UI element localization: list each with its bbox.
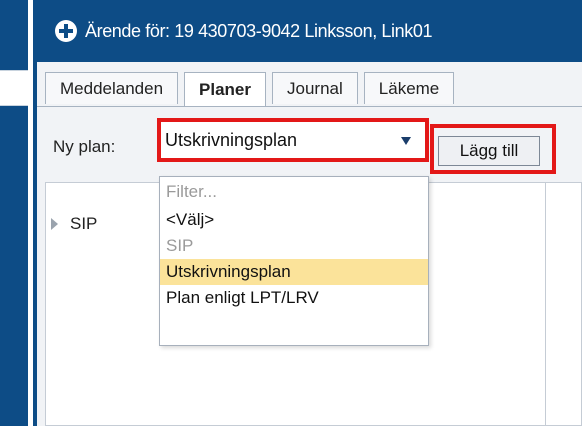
tab-meddelanden[interactable]: Meddelanden <box>45 72 179 104</box>
new-plan-select-value: Utskrivningsplan <box>165 129 298 150</box>
dropdown-arrow-icon[interactable] <box>401 137 411 145</box>
dropdown-option-valj[interactable]: <Välj> <box>160 207 428 233</box>
new-plan-label: Ny plan: <box>53 137 116 156</box>
dropdown-option-sip: SIP <box>166 236 194 255</box>
tab-lakemedel[interactable]: Läkeme <box>363 72 455 104</box>
plan-options-dropdown: Filter... <Välj> SIP Utskrivningsplan Pl… <box>159 176 429 346</box>
window-title-bar: Ärende för: 19 430703-9042 Linksson, Lin… <box>37 0 582 62</box>
tab-bar-divider <box>37 106 582 107</box>
left-sidebar-tab[interactable] <box>0 70 28 106</box>
left-sidebar-strip <box>0 0 28 426</box>
expand-arrow-icon[interactable] <box>51 218 58 230</box>
dropdown-filter-input[interactable]: Filter... <box>160 177 428 207</box>
tab-planer[interactable]: Planer <box>184 72 267 106</box>
plans-list-divider <box>545 182 546 426</box>
window-title: Ärende för: 19 430703-9042 Linksson, Lin… <box>85 20 433 41</box>
tree-item-sip[interactable]: SIP <box>51 214 97 234</box>
tree-item-label: SIP <box>70 214 98 233</box>
tab-bar: Meddelanden Planer Journal Läkeme <box>45 72 460 106</box>
dropdown-option-utskrivningsplan[interactable]: Utskrivningsplan <box>160 259 428 285</box>
add-plan-button[interactable]: Lägg till <box>438 136 540 166</box>
dropdown-option-lpt-lrv[interactable]: Plan enligt LPT/LRV <box>160 285 428 311</box>
tab-journal[interactable]: Journal <box>272 72 358 104</box>
new-plan-select[interactable]: Utskrivningsplan <box>157 118 429 162</box>
plus-circle-icon <box>55 20 77 42</box>
